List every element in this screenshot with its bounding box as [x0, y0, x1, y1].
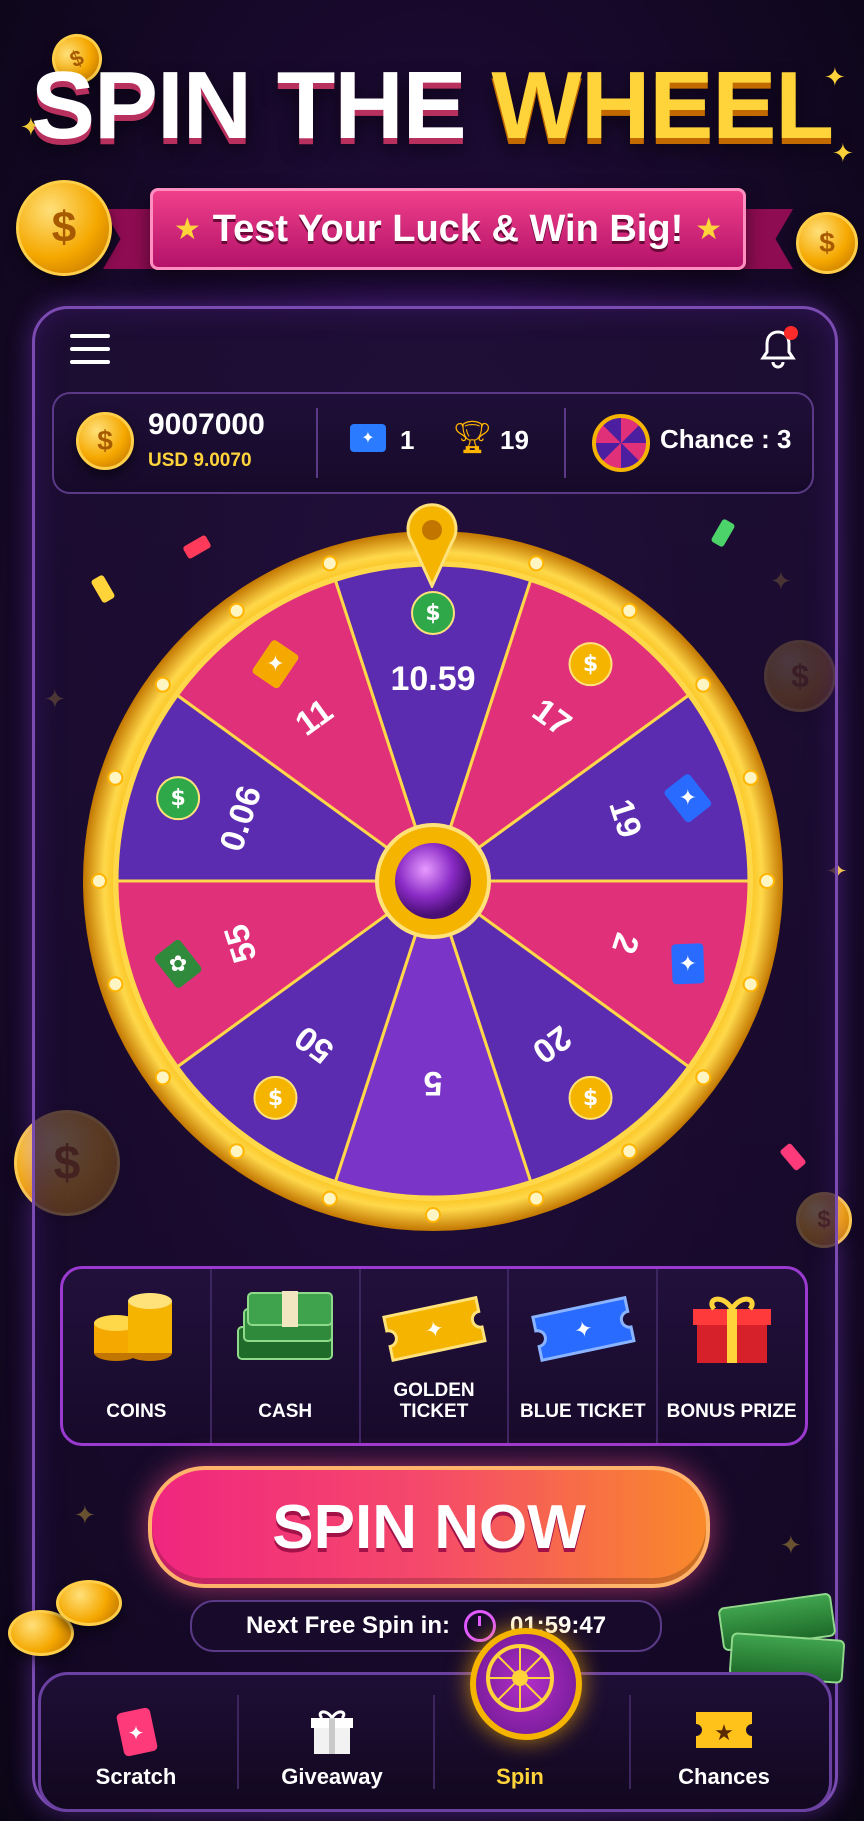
wheel-bulb — [528, 555, 545, 572]
nav-item-giveaway[interactable]: Giveaway — [234, 1672, 430, 1806]
free-spin-timer: Next Free Spin in: 01:59:47 — [190, 1600, 662, 1652]
prize-blue-ticket: ✦ BLUE TICKET — [509, 1269, 659, 1443]
wheel-bulb — [759, 873, 775, 889]
wheel-segment-label: 10.59 — [390, 660, 475, 698]
coin-icon: $ — [568, 642, 613, 687]
prize-label: GOLDEN TICKET — [393, 1380, 475, 1423]
wheel-bulb — [107, 976, 124, 993]
timer-label: Next Free Spin in: — [245, 1612, 450, 1639]
subtitle: Test Your Luck & Win Big! — [212, 207, 684, 250]
chance-count: Chance : 3 — [660, 424, 792, 454]
gift-box-icon — [687, 1287, 777, 1372]
wheel-bulb — [228, 1143, 245, 1160]
wheel-bulb — [321, 555, 338, 572]
star-icon: ★ — [173, 212, 201, 246]
wheel-bulb — [695, 1069, 712, 1086]
wheel-bulb — [154, 1069, 171, 1086]
nav-label: Chances — [678, 1764, 770, 1789]
nav-label: Giveaway — [281, 1764, 383, 1789]
title-part1: SPIN THE — [30, 52, 467, 159]
wheel-icon — [592, 414, 650, 472]
gift-icon — [311, 1710, 353, 1754]
prize-cash: CASH — [212, 1269, 361, 1443]
wheel-bulb — [91, 873, 107, 889]
prize-legend: COINS CASH ✦ GOLDEN TICKET ✦ BLUE TICKET — [60, 1266, 808, 1446]
nav-item-scratch[interactable]: ✦ Scratch — [38, 1672, 234, 1806]
svg-text:$: $ — [583, 652, 598, 677]
wheel-bulb — [107, 769, 124, 786]
page-title: SPIN THE WHEEL — [0, 58, 864, 154]
golden-ticket-icon: ✦ — [379, 1287, 489, 1372]
wheel-bulb — [154, 676, 171, 693]
blue-ticket-count: 1 — [400, 425, 415, 455]
dollar-icon: $ — [411, 591, 455, 635]
prize-wheel[interactable]: 10.59 $17 $19 ✦ 2 ✦ 20 $5 50 $55 ✿ 0.06 $11 ✦ — [80, 528, 786, 1234]
subtitle-ribbon: ★ Test Your Luck & Win Big! ★ — [103, 188, 793, 270]
nav-item-spin[interactable]: Spin — [430, 1672, 610, 1806]
prize-label: BLUE TICKET — [519, 1401, 646, 1423]
wheel-bulb — [321, 1190, 338, 1207]
coin-icon: $ — [568, 1075, 613, 1120]
bell-icon[interactable] — [756, 326, 800, 370]
svg-text:✦: ✦ — [266, 652, 284, 677]
prize-label: BONUS PRIZE — [666, 1401, 797, 1423]
wheel-bulb — [742, 769, 759, 786]
coin-balance: 9007000 — [148, 408, 265, 441]
trophy-count: 19 — [500, 425, 529, 455]
hamburger-icon[interactable] — [70, 334, 110, 366]
blue-ticket-icon: ✦ — [350, 424, 386, 452]
wheel-bulb — [621, 1143, 638, 1160]
wheel-bulb — [228, 602, 245, 619]
wheel-graphic: 10.59$17$19 ✦2✦20$550$55✿0.06$11✦ — [83, 531, 783, 1231]
nav-label: Spin — [496, 1764, 544, 1789]
prize-coins: COINS — [63, 1269, 212, 1443]
star-icon: ★ — [695, 212, 723, 246]
prize-label: CASH — [258, 1401, 313, 1423]
svg-text:✦: ✦ — [679, 952, 697, 977]
svg-text:✦: ✦ — [679, 786, 697, 811]
star-ticket-icon: ★ — [696, 1712, 752, 1748]
spin-now-button[interactable]: SPIN NOW — [148, 1466, 710, 1588]
wheel-bulb — [621, 602, 638, 619]
wheel-bulb — [695, 676, 712, 693]
usd-value: USD 9.0070 — [148, 450, 252, 471]
wheel-bulb — [528, 1190, 545, 1207]
svg-text:$: $ — [268, 1086, 283, 1111]
dollar-icon: $ — [156, 776, 201, 821]
coin-icon: $ — [76, 412, 134, 470]
prize-label: COINS — [106, 1401, 167, 1423]
svg-text:✿: ✿ — [169, 952, 187, 977]
svg-text:$: $ — [583, 1086, 598, 1111]
svg-text:✦: ✦ — [128, 1721, 145, 1745]
blue-ticket-icon: ✦ — [528, 1287, 638, 1372]
coin-icon: $ — [253, 1075, 298, 1120]
decor-coin-icon — [56, 1580, 122, 1626]
wheel-pointer-icon — [404, 502, 460, 590]
decor-coin-icon: $ — [796, 212, 858, 274]
nav-item-chances[interactable]: ★ Chances — [626, 1672, 822, 1806]
wheel-bulb — [425, 1207, 441, 1223]
notification-dot — [784, 326, 798, 340]
cash-stack-icon — [230, 1287, 340, 1372]
coin-stack-icon — [86, 1287, 186, 1372]
svg-text:★: ★ — [714, 1721, 734, 1746]
title-part2: WHEEL — [491, 52, 834, 159]
prize-bonus: BONUS PRIZE — [658, 1269, 805, 1443]
scratch-card-icon: ✦ — [116, 1707, 158, 1757]
nav-label: Scratch — [95, 1764, 177, 1789]
wheel-segment-label: 5 — [424, 1064, 443, 1102]
wheel-bulb — [742, 976, 759, 993]
svg-text:$: $ — [170, 786, 185, 811]
svg-text:$: $ — [425, 601, 440, 626]
decor-coin-icon: $ — [16, 180, 112, 276]
blue-ticket-icon: ✦ — [671, 943, 705, 985]
trophy-icon: 🏆︎ — [452, 419, 493, 455]
prize-golden-ticket: ✦ GOLDEN TICKET — [361, 1269, 510, 1443]
